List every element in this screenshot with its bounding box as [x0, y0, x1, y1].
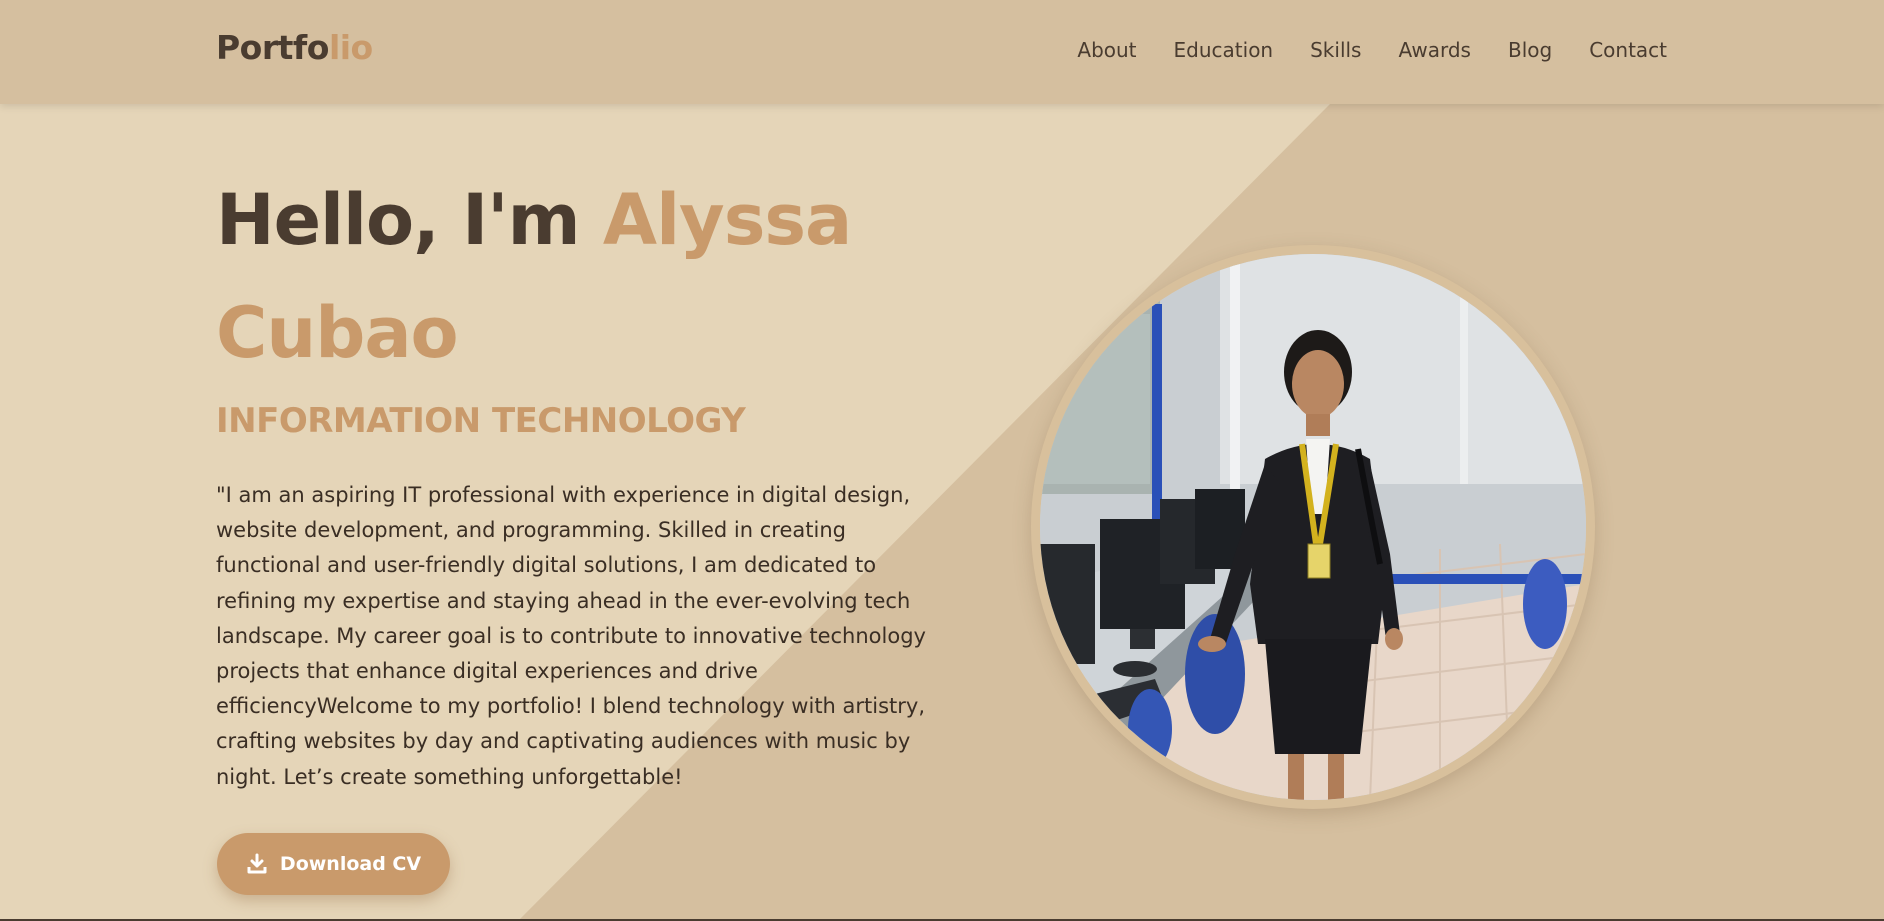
- hero-subtitle: INFORMATION TECHNOLOGY: [216, 401, 746, 441]
- profile-photo: [1040, 254, 1586, 800]
- nav-item-blog[interactable]: Blog: [1508, 38, 1552, 62]
- site-logo[interactable]: Portfolio: [216, 28, 373, 67]
- nav-item-contact[interactable]: Contact: [1589, 38, 1667, 62]
- download-cv-button[interactable]: Download CV: [217, 833, 450, 895]
- hero-heading: Hello, I'm Alyssa Cubao: [216, 164, 936, 390]
- top-navbar: Portfolio About Education Skills Awards …: [0, 0, 1884, 104]
- hero-bio: "I am an aspiring IT professional with e…: [216, 483, 926, 789]
- nav-item-awards[interactable]: Awards: [1398, 38, 1470, 62]
- hero-section: Hello, I'm Alyssa Cubao INFORMATION TECHN…: [0, 104, 1884, 921]
- greeting-text: Hello, I'm: [216, 179, 603, 261]
- nav-item-about[interactable]: About: [1077, 38, 1136, 62]
- name-first: Alyssa: [602, 179, 852, 261]
- profile-photo-frame: [1031, 245, 1595, 809]
- download-icon: [246, 853, 268, 875]
- nav-item-skills[interactable]: Skills: [1310, 38, 1361, 62]
- nav-menu: About Education Skills Awards Blog Conta…: [1040, 38, 1667, 62]
- nav-item-education[interactable]: Education: [1174, 38, 1274, 62]
- download-cv-label: Download CV: [279, 853, 422, 875]
- name-last: Cubao: [216, 292, 459, 374]
